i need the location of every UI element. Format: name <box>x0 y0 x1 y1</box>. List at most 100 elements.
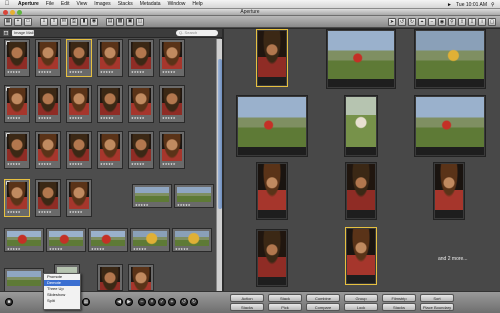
menu-app[interactable]: Aperture <box>18 1 39 7</box>
image-thumbnail[interactable] <box>97 264 123 291</box>
book-icon[interactable]: ▮ <box>80 17 88 26</box>
minimize-window-icon[interactable] <box>10 10 15 15</box>
light-table-image[interactable] <box>345 162 377 220</box>
image-thumbnail[interactable]: ★★★★★ <box>159 85 185 123</box>
apple-icon[interactable]:  <box>3 1 11 7</box>
keyword-button[interactable]: Sort <box>420 294 454 302</box>
image-thumbnail[interactable]: 3★★★★★ <box>4 179 30 217</box>
rotate-right-control-icon[interactable]: ↻ <box>190 298 198 306</box>
select-tool-icon[interactable]: ➤ <box>388 18 396 26</box>
back-icon[interactable]: ◀ <box>115 298 123 306</box>
menu-metadata[interactable]: Metadata <box>140 1 161 7</box>
forward-icon[interactable]: ▶ <box>125 298 133 306</box>
light-table-image[interactable] <box>344 95 378 157</box>
full-screen-icon[interactable]: ▢ <box>488 18 496 26</box>
rotate-right-icon[interactable]: ↻ <box>408 18 416 26</box>
keyword-button[interactable]: Stacks <box>382 303 416 311</box>
menu-edit[interactable]: Edit <box>61 1 70 7</box>
crop-icon[interactable]: ⌖ <box>418 18 426 26</box>
image-thumbnail[interactable]: ★★★★★ <box>159 131 185 169</box>
light-table-image[interactable] <box>256 229 288 287</box>
image-thumbnail[interactable]: ★★★★★ <box>66 179 92 217</box>
image-thumbnail[interactable]: ★★★★★ <box>66 131 92 169</box>
menu-help[interactable]: Help <box>192 1 202 7</box>
image-thumbnail[interactable]: 8★★★★★ <box>4 85 30 123</box>
image-thumbnail[interactable]: ★★★★★ <box>172 228 212 252</box>
image-thumbnail[interactable] <box>128 264 154 291</box>
keyword-button[interactable]: Stack <box>268 294 302 302</box>
loupe-icon[interactable]: ⚲ <box>448 18 456 26</box>
split-view-icon[interactable]: ◫ <box>136 17 144 26</box>
light-table-image[interactable] <box>256 29 288 87</box>
new-project-icon[interactable]: + <box>14 17 22 26</box>
menu-stacks[interactable]: Stacks <box>118 1 133 7</box>
image-thumbnail[interactable]: ★★★★★ <box>132 184 172 208</box>
keyword-button[interactable]: Place Boundary <box>420 303 454 311</box>
print-icon[interactable]: ⎙ <box>70 17 78 26</box>
red-eye-icon[interactable]: ◉ <box>438 18 446 26</box>
menu-item[interactable]: Split <box>44 298 80 304</box>
keyword-button[interactable]: Lock <box>344 303 378 311</box>
rating-up-icon[interactable]: + <box>168 298 176 306</box>
light-table-image[interactable] <box>345 227 377 285</box>
image-thumbnail[interactable]: ★★★★★ <box>128 85 154 123</box>
keyword-button[interactable]: Group <box>344 294 378 302</box>
email-icon[interactable]: ✉ <box>60 17 68 26</box>
volume-icon[interactable]: ► <box>447 2 452 8</box>
light-table-icon[interactable]: ▣ <box>126 17 134 26</box>
stamp-icon[interactable]: ⇩ <box>468 18 476 26</box>
new-album-icon[interactable]: ▭ <box>24 17 32 26</box>
image-thumbnail[interactable]: ★★★★★ <box>4 228 44 252</box>
image-thumbnail[interactable]: ★★★★★ <box>66 85 92 123</box>
image-thumbnail[interactable]: ★★★★★ <box>35 179 61 217</box>
keyword-button[interactable]: Filmstrip <box>382 294 416 302</box>
image-thumbnail[interactable] <box>4 268 44 292</box>
search-input[interactable]: Q- Search <box>176 30 218 36</box>
image-thumbnail[interactable]: ★★★★★ <box>159 39 185 77</box>
hud-icon[interactable]: i <box>478 18 486 26</box>
rotate-left-control-icon[interactable]: ↺ <box>180 298 188 306</box>
scrollbar-knob[interactable] <box>218 59 222 209</box>
image-thumbnail[interactable]: ★★★★★ <box>130 228 170 252</box>
browser-view-icon[interactable]: ▤ <box>106 17 114 26</box>
image-thumbnail[interactable]: ★★★★★ <box>128 131 154 169</box>
image-thumbnail[interactable]: 5★★★★★ <box>4 39 30 77</box>
image-thumbnail[interactable]: ★★★★★ <box>66 39 92 77</box>
projects-icon[interactable]: ▦ <box>4 17 12 26</box>
export-icon[interactable]: ⇧ <box>50 17 58 26</box>
zoom-window-icon[interactable] <box>17 10 22 15</box>
light-table-image[interactable] <box>236 95 308 157</box>
rotate-left-icon[interactable]: ↺ <box>398 18 406 26</box>
browser-scrollbar[interactable] <box>216 39 222 291</box>
image-thumbnail[interactable]: ★★★★★ <box>97 39 123 77</box>
web-icon[interactable]: ◉ <box>90 17 98 26</box>
menu-file[interactable]: File <box>46 1 54 7</box>
rating-down-icon[interactable]: – <box>138 298 146 306</box>
menu-view[interactable]: View <box>77 1 88 7</box>
query-field[interactable]: Image Mail <box>12 30 34 36</box>
spotlight-icon[interactable]: ⚲ <box>491 2 496 8</box>
grid-view-icon[interactable]: ▦ <box>82 298 90 306</box>
image-thumbnail[interactable]: ★★★★★ <box>97 131 123 169</box>
light-table-image[interactable] <box>256 162 288 220</box>
image-thumbnail[interactable]: ★★★★★ <box>35 131 61 169</box>
lift-icon[interactable]: ⇧ <box>458 18 466 26</box>
keyword-button[interactable]: Stacks <box>230 303 264 311</box>
light-table-image[interactable] <box>414 95 486 157</box>
light-table-image[interactable] <box>326 29 396 89</box>
light-table-image[interactable] <box>414 29 486 89</box>
keyword-button[interactable]: Combine <box>306 294 340 302</box>
menubar-clock[interactable]: Tue 10:01 AM <box>456 2 487 8</box>
menu-images[interactable]: Images <box>94 1 110 7</box>
straighten-icon[interactable]: − <box>428 18 436 26</box>
select-icon[interactable]: ✓ <box>158 298 166 306</box>
stack-icon[interactable]: ▦ <box>3 30 9 36</box>
keyword-button[interactable]: Pick <box>268 303 302 311</box>
control-bar-toggle-icon[interactable]: ■ <box>5 298 13 306</box>
light-table-image[interactable] <box>433 162 465 220</box>
image-thumbnail[interactable]: ★★★★★ <box>35 85 61 123</box>
image-thumbnail[interactable]: ★★★★★ <box>128 39 154 77</box>
viewer-view-icon[interactable]: ▩ <box>116 17 124 26</box>
import-icon[interactable]: ⇩ <box>40 17 48 26</box>
image-thumbnail[interactable]: ★★★★★ <box>88 228 128 252</box>
